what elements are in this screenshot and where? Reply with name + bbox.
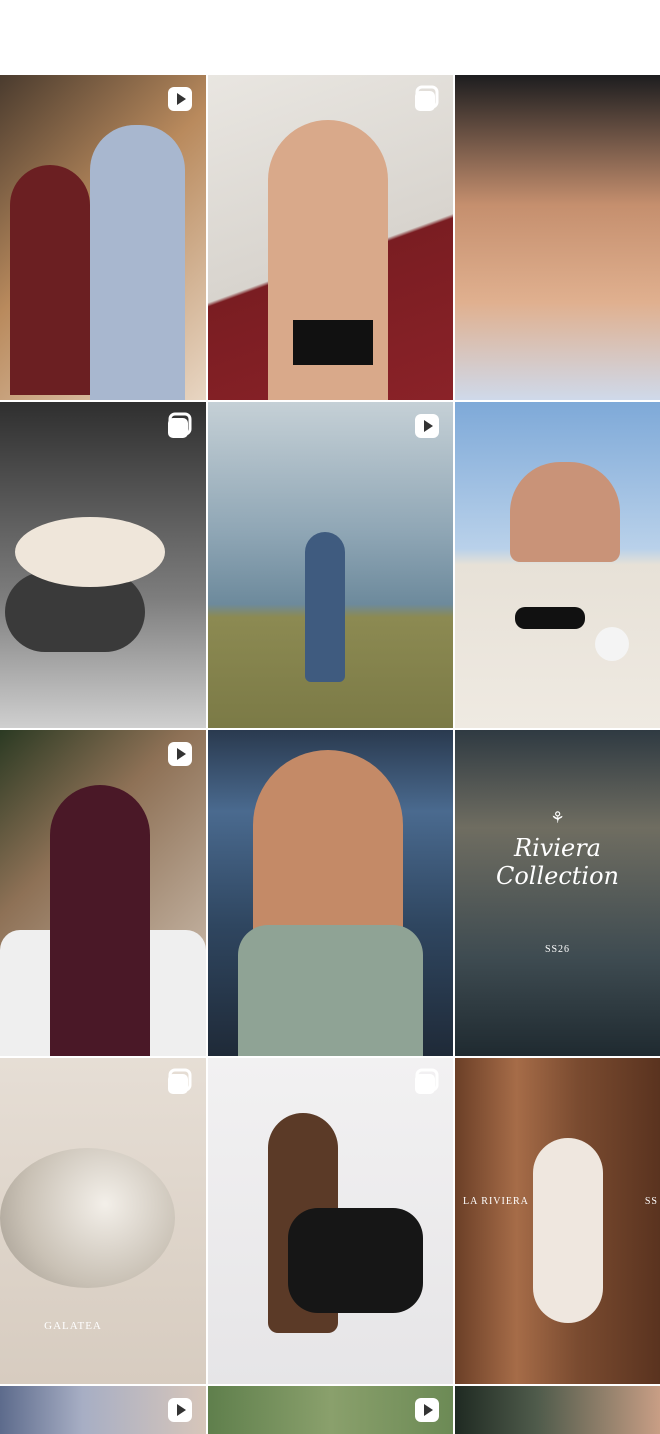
person-figure <box>50 785 150 1056</box>
post-tile-14[interactable] <box>208 1386 453 1434</box>
post-tile-12[interactable]: LA RIVIERA SS <box>455 1058 660 1384</box>
person-figure <box>510 462 620 562</box>
post-tile-5[interactable] <box>208 402 453 728</box>
garment <box>238 925 423 1056</box>
post-tile-7[interactable] <box>0 730 206 1056</box>
carousel-icon <box>413 85 441 113</box>
post-tile-4[interactable] <box>0 402 206 728</box>
reel-play-icon <box>413 1396 441 1424</box>
post-image <box>455 402 660 728</box>
post-image <box>455 730 660 1056</box>
collection-title: Riviera Collection <box>495 834 620 890</box>
collection-season: SS26 <box>544 944 571 955</box>
post-tile-11[interactable] <box>208 1058 453 1384</box>
seashell <box>533 1138 603 1323</box>
person-figure <box>10 165 90 395</box>
person-figure <box>305 532 345 682</box>
reel-play-icon <box>413 412 441 440</box>
reel-play-icon <box>166 740 194 768</box>
post-tile-15[interactable] <box>455 1386 660 1434</box>
product-caption: GALATEA <box>44 1320 102 1332</box>
post-tile-6[interactable] <box>455 402 660 728</box>
carousel-icon <box>166 412 194 440</box>
post-tile-9[interactable]: ⚘ Riviera Collection SS26 <box>455 730 660 1056</box>
post-tile-1[interactable] <box>0 75 206 400</box>
person-figure <box>90 125 185 400</box>
post-tile-13[interactable] <box>0 1386 206 1434</box>
nautilus-shell <box>0 1148 175 1288</box>
post-image <box>455 75 660 400</box>
jar <box>595 627 629 661</box>
post-tile-10[interactable]: GALATEA <box>0 1058 206 1384</box>
caption-right: SS <box>644 1196 658 1207</box>
brand-mark: ⚘ <box>550 810 565 827</box>
garment <box>293 320 373 365</box>
post-image <box>455 1386 660 1434</box>
posts-grid: ⚘ Riviera Collection SS26 GALATEA LA RIV… <box>0 75 660 1434</box>
reel-play-icon <box>166 85 194 113</box>
caption-left: LA RIVIERA <box>463 1196 529 1207</box>
post-tile-8[interactable] <box>208 730 453 1056</box>
carousel-icon <box>413 1068 441 1096</box>
reel-play-icon <box>166 1396 194 1424</box>
carousel-icon <box>166 1068 194 1096</box>
post-tile-2[interactable] <box>208 75 453 400</box>
post-tile-3[interactable] <box>455 75 660 400</box>
garment <box>288 1208 423 1313</box>
top-bar <box>0 0 660 75</box>
seashell <box>15 517 165 587</box>
sunglasses <box>515 607 585 629</box>
